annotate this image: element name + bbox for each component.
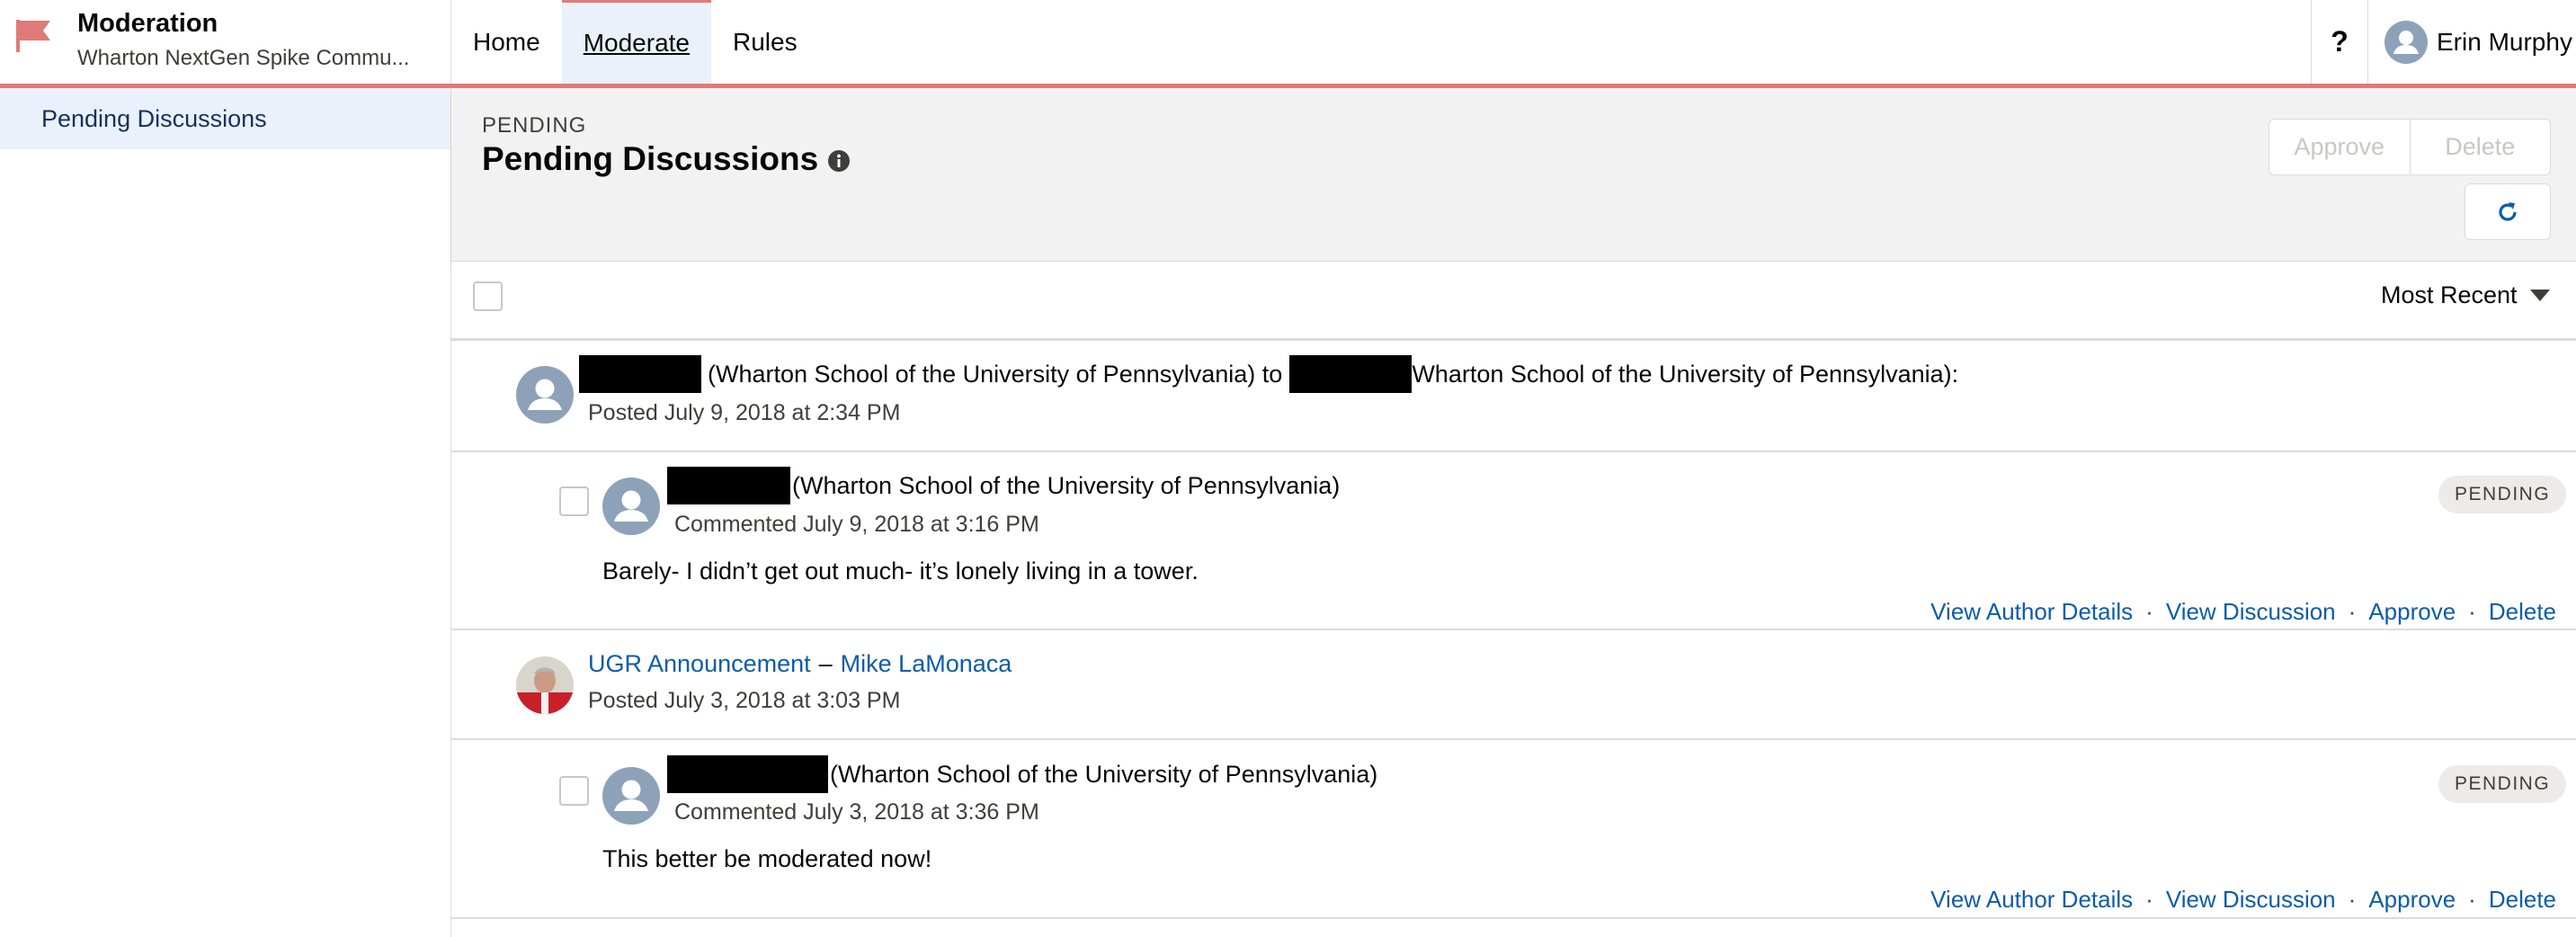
sort-label: Most Recent bbox=[2381, 281, 2518, 308]
comment-body: Barely- I didn’t get out much- it’s lone… bbox=[602, 558, 1199, 585]
user-menu[interactable]: Erin Murphy bbox=[2367, 0, 2576, 84]
approve-link[interactable]: Approve bbox=[2368, 598, 2456, 626]
author-org: (Wharton School of the University of Pen… bbox=[830, 760, 1378, 788]
approve-link[interactable]: Approve bbox=[2368, 886, 2456, 914]
post-headline: (Wharton School of the University of Pen… bbox=[579, 355, 1958, 393]
separator-dot: · bbox=[2348, 886, 2357, 913]
separator-dot: · bbox=[2145, 886, 2153, 913]
post-timestamp: Posted July 9, 2018 at 2:34 PM bbox=[588, 400, 901, 425]
comment-timestamp: Commented July 3, 2018 at 3:36 PM bbox=[674, 799, 1039, 825]
author-org: (Wharton School of the University of Pen… bbox=[792, 471, 1341, 499]
separator-dot: · bbox=[2145, 598, 2153, 625]
nav-tab-home[interactable]: Home bbox=[451, 0, 562, 84]
page-header: PENDING Pending Discussions Approve Dele… bbox=[451, 88, 2576, 262]
list-toolbar: Most Recent bbox=[451, 262, 2576, 341]
page-title: Pending Discussions bbox=[482, 140, 819, 177]
sort-dropdown[interactable]: Most Recent bbox=[2381, 281, 2550, 309]
bulk-action-buttons: Approve Delete bbox=[2268, 119, 2551, 175]
redacted-author-name bbox=[579, 355, 701, 393]
refresh-icon bbox=[2499, 201, 2517, 221]
comment-checkbox[interactable] bbox=[559, 776, 589, 806]
redacted-recipient-name bbox=[1289, 355, 1413, 393]
separator-dot: · bbox=[2348, 598, 2357, 625]
comment-actions: View Author Details · View Discussion · … bbox=[1930, 886, 2556, 914]
community-name: Wharton NextGen Spike Commu... bbox=[77, 46, 410, 70]
refresh-button[interactable] bbox=[2465, 183, 2551, 240]
view-author-details-link[interactable]: View Author Details bbox=[1930, 886, 2133, 914]
app-title: Moderation bbox=[77, 9, 218, 38]
delete-link[interactable]: Delete bbox=[2489, 886, 2556, 914]
comment-body: This better be moderated now! bbox=[602, 845, 932, 872]
post-timestamp: Posted July 3, 2018 at 3:03 PM bbox=[588, 688, 901, 713]
select-all-checkbox[interactable] bbox=[473, 281, 503, 311]
page-title-wrap: Pending Discussions bbox=[482, 140, 851, 178]
view-discussion-link[interactable]: View Discussion bbox=[2166, 598, 2336, 626]
user-icon bbox=[516, 366, 574, 424]
discussion-post: UGR Announcement – Mike LaMonaca Posted … bbox=[451, 630, 2576, 740]
comment-actions: View Author Details · View Discussion · … bbox=[1930, 598, 2556, 626]
title-separator: – bbox=[818, 650, 833, 677]
page-eyebrow: PENDING bbox=[482, 113, 587, 138]
help-button[interactable]: ? bbox=[2311, 0, 2367, 84]
nav-tab-rules[interactable]: Rules bbox=[711, 0, 819, 84]
user-icon bbox=[2384, 20, 2428, 64]
discussion-post: (Wharton School of the University of Pen… bbox=[451, 341, 2576, 452]
post-headline: UGR Announcement – Mike LaMonaca bbox=[588, 650, 1012, 678]
sidebar: Pending Discussions bbox=[0, 88, 451, 937]
group-link[interactable]: UGR Announcement bbox=[588, 650, 811, 678]
nav-tabs: Home Moderate Rules bbox=[451, 0, 819, 84]
redacted-author-name bbox=[667, 467, 790, 504]
author-org: (Wharton School of the University of Pen… bbox=[708, 360, 1283, 388]
view-discussion-link[interactable]: View Discussion bbox=[2166, 886, 2336, 914]
user-icon bbox=[602, 767, 660, 825]
app-brand: Moderation Wharton NextGen Spike Commu..… bbox=[0, 0, 451, 84]
user-name: Erin Murphy bbox=[2437, 27, 2572, 56]
user-icon bbox=[602, 477, 660, 535]
delete-button[interactable]: Delete bbox=[2409, 120, 2551, 174]
separator-dot: · bbox=[2468, 886, 2476, 913]
nav-tab-moderate[interactable]: Moderate bbox=[561, 0, 711, 84]
main-content: PENDING Pending Discussions Approve Dele… bbox=[451, 88, 2576, 937]
pending-comment: (Wharton School of the University of Pen… bbox=[451, 452, 2576, 630]
status-badge: PENDING bbox=[2438, 765, 2567, 803]
comment-timestamp: Commented July 9, 2018 at 3:16 PM bbox=[674, 512, 1039, 537]
recipient-org: Wharton School of the University of Penn… bbox=[1412, 360, 1959, 388]
sidebar-item-pending-discussions[interactable]: Pending Discussions bbox=[0, 88, 450, 149]
separator-dot: · bbox=[2468, 598, 2476, 625]
info-icon[interactable] bbox=[826, 148, 851, 174]
comment-checkbox[interactable] bbox=[559, 486, 589, 516]
flag-icon bbox=[16, 20, 50, 52]
approve-button[interactable]: Approve bbox=[2269, 120, 2410, 174]
author-avatar[interactable] bbox=[516, 656, 574, 714]
redacted-author-name bbox=[667, 755, 828, 793]
delete-link[interactable]: Delete bbox=[2489, 598, 2556, 626]
status-badge: PENDING bbox=[2438, 476, 2567, 513]
comment-author-line: (Wharton School of the University of Pen… bbox=[667, 755, 1377, 793]
caret-down-icon bbox=[2529, 290, 2550, 301]
pending-comment: (Wharton School of the University of Pen… bbox=[451, 740, 2576, 919]
comment-author-line: (Wharton School of the University of Pen… bbox=[667, 467, 1340, 504]
author-link[interactable]: Mike LaMonaca bbox=[841, 650, 1012, 678]
top-header: Moderation Wharton NextGen Spike Commu..… bbox=[0, 0, 2576, 88]
view-author-details-link[interactable]: View Author Details bbox=[1930, 598, 2133, 626]
